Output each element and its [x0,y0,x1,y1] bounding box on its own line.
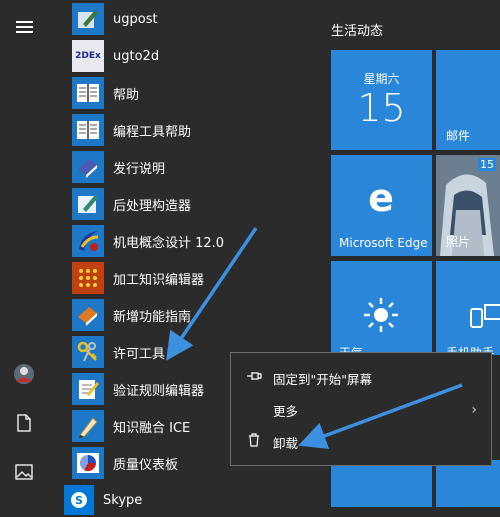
programming-help-book-icon [72,114,104,146]
help-book-icon [72,77,104,109]
calendar-tile[interactable]: 星期六 15 [331,50,432,150]
list-item-postprocessor-builder[interactable]: 后处理构造器 [72,187,292,221]
photos-badge: 15 [478,158,496,171]
list-item-label: 许可工具 [113,346,166,362]
list-item-label: 编程工具帮助 [113,124,192,140]
pin-to-start-menu-item[interactable]: 固定到"开始"屏幕 [231,362,491,394]
ugto2d-icon: 2DEx [72,40,104,72]
bottom-left-tile[interactable] [331,460,432,507]
skype-icon: S [64,485,94,515]
pictures-icon[interactable] [0,452,48,492]
context-menu: 固定到"开始"屏幕 更多 › 卸载 [230,352,492,466]
quality-dashboard-icon [72,447,104,479]
list-item-label: 知识融合 ICE [113,420,191,436]
start-rail [0,0,48,507]
list-item-whats-new[interactable]: 新增功能指南 [72,298,292,332]
list-item-ugpost[interactable]: ugpost [72,2,292,36]
bottom-right-tile[interactable] [436,460,500,507]
photos-tile[interactable]: 15 照片 [436,155,500,256]
mail-label: 邮件 [446,129,471,143]
calendar-day: 15 [357,86,406,130]
list-item-release-notes[interactable]: 发行说明 [72,150,292,184]
list-item-label: 后处理构造器 [113,198,192,214]
user-avatar[interactable] [0,354,48,394]
list-item-label: ugto2d [113,48,160,64]
chevron-right-icon: › [471,402,477,418]
license-tools-icon [72,336,104,368]
more-label: 更多 [273,403,299,419]
list-item-programming-help[interactable]: 编程工具帮助 [72,113,292,147]
list-item-skype[interactable]: S Skype [64,483,284,517]
list-item-label: 机电概念设计 12.0 [113,235,225,251]
edge-label: Microsoft Edge [339,236,428,250]
list-item-mechatronics[interactable]: 机电概念设计 12.0 [72,224,292,258]
list-item-help[interactable]: 帮助 [72,76,292,110]
weather-tile[interactable]: 天气 [331,261,432,355]
phone-companion-tile[interactable]: 手机助手 [436,261,500,355]
pin-icon [239,370,269,386]
list-item-label: Skype [103,492,143,508]
validation-rules-icon [72,373,104,405]
more-menu-item[interactable]: 更多 › [231,394,491,426]
machining-knowledge-icon [72,262,104,294]
list-item-label: 帮助 [113,87,140,103]
documents-icon[interactable] [0,403,48,443]
trash-icon [239,433,269,451]
ugpost-icon [72,3,104,35]
list-item-label: ugpost [113,11,158,27]
list-item-machining-knowledge[interactable]: 加工知识编辑器 [72,261,292,295]
sun-icon [364,298,398,332]
hamburger-menu-icon[interactable] [0,7,48,47]
list-item-label: 发行说明 [113,161,166,177]
section-title: 生活动态 [331,24,384,39]
postprocessor-builder-icon [72,188,104,220]
phone-companion-icon [470,304,500,328]
uninstall-menu-item[interactable]: 卸载 [231,426,491,458]
release-notes-icon [72,151,104,183]
uninstall-label: 卸载 [273,435,299,451]
edge-tile[interactable]: e Microsoft Edge [331,155,432,256]
list-item-label: 验证规则编辑器 [113,383,205,399]
list-item-label: 新增功能指南 [113,309,192,325]
list-item-label: 质量仪表板 [113,457,179,473]
mail-tile[interactable]: 邮件 [436,50,500,150]
list-item-label: 加工知识编辑器 [113,272,205,288]
knowledge-fusion-icon [72,410,104,442]
calendar-weekday: 星期六 [363,72,400,86]
edge-icon: e [368,176,394,220]
photos-label: 照片 [446,235,471,249]
whats-new-icon [72,299,104,331]
svg-text:S: S [75,494,83,507]
list-item-ugto2d[interactable]: 2DEx ugto2d [72,39,292,73]
mechatronics-icon [72,225,104,257]
pin-label: 固定到"开始"屏幕 [273,371,372,387]
